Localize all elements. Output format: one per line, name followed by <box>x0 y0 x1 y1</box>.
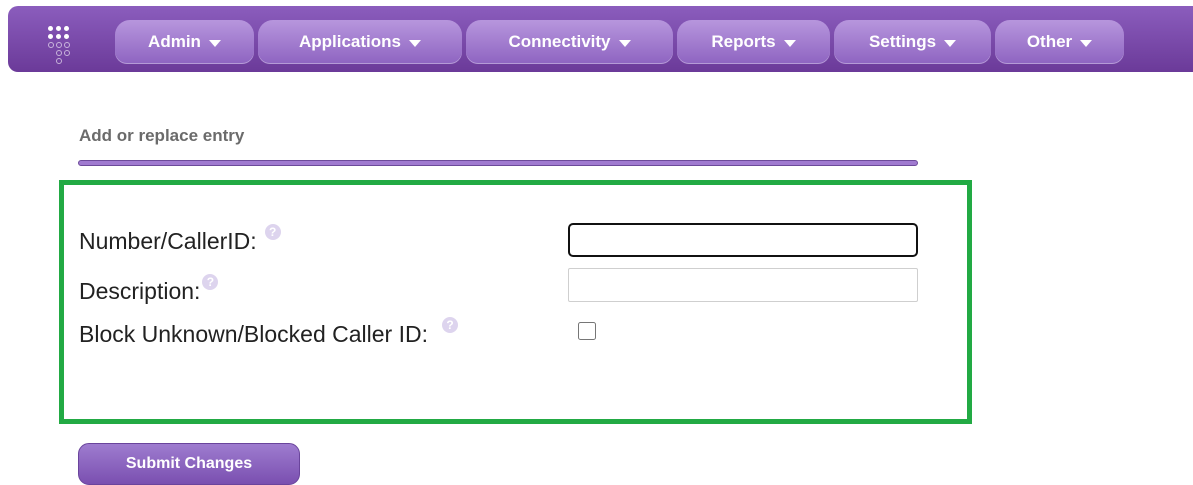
nav-menu-reports-label: Reports <box>711 32 776 51</box>
description-label-text: Description: <box>79 278 201 304</box>
section-title: Add or replace entry <box>79 126 245 145</box>
submit-changes-button[interactable]: Submit Changes <box>78 443 300 485</box>
number-callerid-label: Number/CallerID:? <box>79 224 281 255</box>
nav-menu-admin-label: Admin <box>148 32 201 51</box>
chevron-down-icon <box>409 39 421 47</box>
number-callerid-label-text: Number/CallerID: <box>79 228 257 254</box>
nav-menu-applications-label: Applications <box>298 32 401 51</box>
number-callerid-input[interactable] <box>568 223 918 257</box>
nav-menu-connectivity-label: Connectivity <box>508 32 611 51</box>
chevron-down-icon <box>944 39 957 47</box>
chevron-down-icon <box>618 39 631 47</box>
help-icon[interactable]: ? <box>264 224 281 240</box>
nav-menu-settings[interactable]: Settings <box>834 20 991 64</box>
help-icon[interactable]: ? <box>202 274 219 290</box>
chevron-down-icon <box>1080 39 1093 47</box>
description-input[interactable] <box>568 268 918 302</box>
block-unknown-label-text: Block Unknown/Blocked Caller ID: <box>79 321 428 347</box>
nav-menu-admin[interactable]: Admin <box>115 20 254 64</box>
chevron-down-icon <box>208 39 221 47</box>
nav-menu-reports[interactable]: Reports <box>677 20 830 64</box>
chevron-down-icon <box>783 39 796 47</box>
nav-menu-other[interactable]: Other <box>995 20 1124 64</box>
block-unknown-label: Block Unknown/Blocked Caller ID:? <box>79 317 458 348</box>
nav-menu-settings-label: Settings <box>868 32 937 51</box>
description-label: Description:? <box>79 274 219 305</box>
block-unknown-checkbox[interactable] <box>578 322 596 340</box>
nav-menu-applications[interactable]: Applications <box>258 20 462 64</box>
nav-menu-other-label: Other <box>1026 32 1073 51</box>
help-icon[interactable]: ? <box>441 317 458 333</box>
grid-dots-logo-icon[interactable] <box>48 26 74 68</box>
section-divider <box>78 160 918 166</box>
nav-menu-connectivity[interactable]: Connectivity <box>466 20 673 64</box>
